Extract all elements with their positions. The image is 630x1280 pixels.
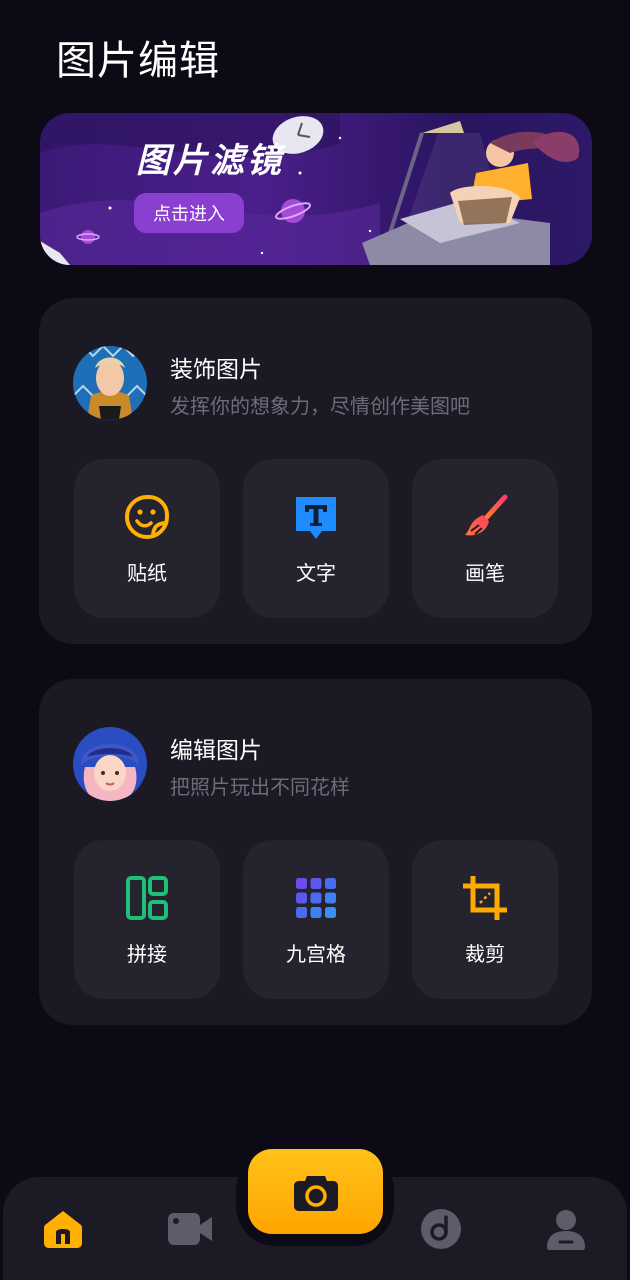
camera-icon xyxy=(293,1175,338,1211)
banner-illustration xyxy=(40,113,580,265)
page-title: 图片编辑 xyxy=(56,38,220,84)
nav-video[interactable] xyxy=(166,1205,214,1253)
nav-home[interactable] xyxy=(39,1205,87,1253)
grid-button[interactable]: 九宫格 xyxy=(243,840,389,999)
text-label: 文字 xyxy=(296,561,336,585)
edit-avatar xyxy=(73,727,147,801)
decorate-title: 装饰图片 xyxy=(170,357,262,383)
sticker-icon xyxy=(125,495,169,539)
collage-icon xyxy=(126,876,168,920)
home-icon xyxy=(44,1211,82,1248)
brush-icon xyxy=(465,494,508,536)
nav-music[interactable] xyxy=(417,1205,465,1253)
crop-icon xyxy=(463,876,507,920)
nav-profile[interactable] xyxy=(542,1205,590,1253)
edit-title: 编辑图片 xyxy=(170,738,262,764)
crop-button[interactable]: 裁剪 xyxy=(412,840,558,999)
music-disc-icon xyxy=(421,1209,461,1249)
decorate-section: 装饰图片 发挥你的想象力，尽情创作美图吧 贴纸 文字 画笔 xyxy=(39,298,592,644)
decorate-subtitle: 发挥你的想象力，尽情创作美图吧 xyxy=(170,394,470,418)
grid-label: 九宫格 xyxy=(286,942,346,966)
profile-icon xyxy=(547,1210,585,1250)
brush-button[interactable]: 画笔 xyxy=(412,459,558,618)
collage-button[interactable]: 拼接 xyxy=(74,840,220,999)
edit-section: 编辑图片 把照片玩出不同花样 拼接 九宫格 裁剪 xyxy=(39,679,592,1025)
crop-label: 裁剪 xyxy=(465,942,505,966)
banner-enter-button[interactable]: 点击进入 xyxy=(134,193,244,233)
banner-title: 图片滤镜 xyxy=(136,141,284,181)
text-button[interactable]: 文字 xyxy=(243,459,389,618)
camera-button[interactable] xyxy=(248,1149,383,1234)
video-icon xyxy=(168,1213,212,1245)
text-icon xyxy=(296,497,336,539)
edit-subtitle: 把照片玩出不同花样 xyxy=(170,775,350,799)
brush-label: 画笔 xyxy=(465,561,505,585)
filter-banner[interactable]: 图片滤镜 点击进入 xyxy=(40,113,592,265)
sticker-button[interactable]: 贴纸 xyxy=(74,459,220,618)
grid-icon xyxy=(296,878,336,918)
sticker-label: 贴纸 xyxy=(127,561,167,585)
collage-label: 拼接 xyxy=(127,942,167,966)
decorate-avatar xyxy=(73,346,147,420)
